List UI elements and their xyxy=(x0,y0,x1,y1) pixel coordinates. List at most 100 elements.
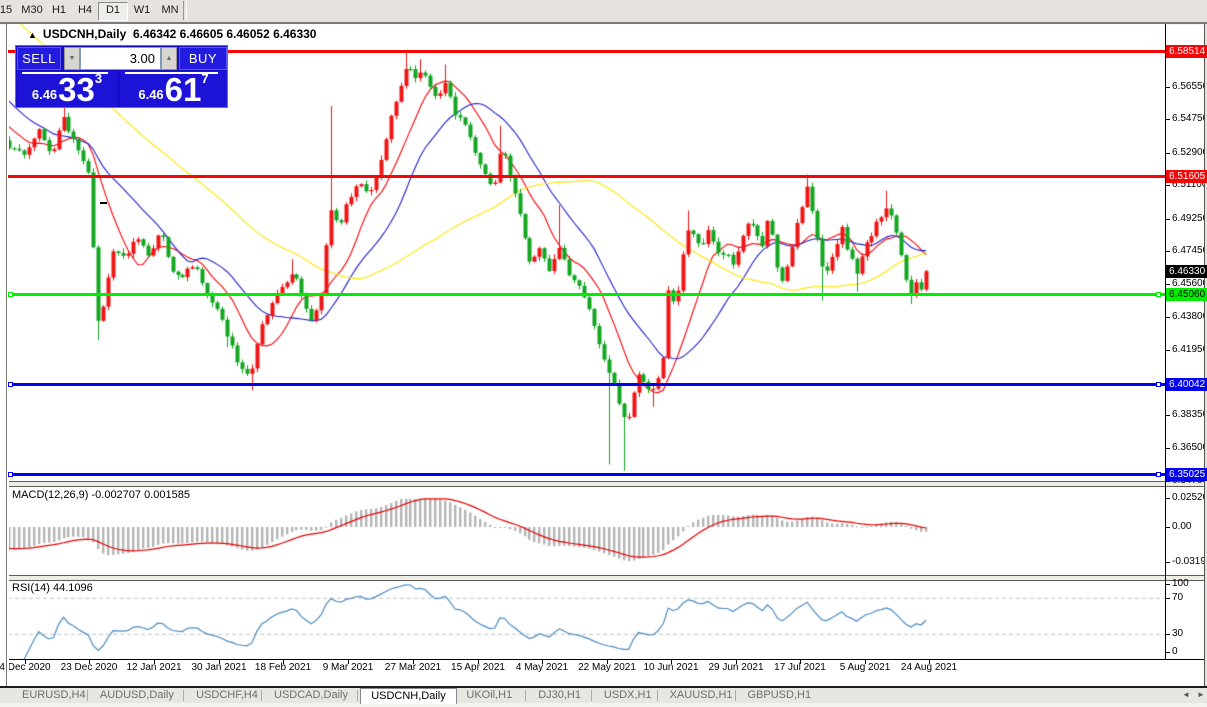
time-tick-label: 30 Jan 2021 xyxy=(191,662,246,673)
volume-decrease-button[interactable]: ▼ xyxy=(64,47,80,70)
indicator-tick-label: 0.00 xyxy=(1172,521,1207,533)
price-tick-mark xyxy=(1165,153,1170,154)
time-tick-label: 4 May 2021 xyxy=(516,662,568,673)
timeframe-button-D1[interactable]: D1 xyxy=(98,2,128,21)
indicator-tick-label: -0.031990 xyxy=(1172,556,1207,568)
ask-pips: 61 xyxy=(165,75,202,105)
line-handle[interactable] xyxy=(1156,382,1161,387)
mt4-window: 15M30H1H4D1W1MN 6.585146.516056.450606.4… xyxy=(0,0,1207,707)
macd-values: -0.002707 0.001585 xyxy=(91,489,189,501)
volume-increase-button[interactable]: ▲ xyxy=(161,47,177,70)
support-line[interactable] xyxy=(8,293,1165,296)
timeframe-button-H4[interactable]: H4 xyxy=(72,2,98,19)
timeframe-button-H1[interactable]: H1 xyxy=(46,2,72,19)
indicator-tick-mark xyxy=(1165,634,1170,635)
open-price-dash xyxy=(100,202,107,204)
chart-tab-USDX-H1[interactable]: USDX,H1 xyxy=(594,688,662,703)
tab-divider xyxy=(87,690,88,701)
chart-tab-AUDUSD-Daily[interactable]: AUDUSD,Daily xyxy=(90,688,184,703)
chart-tab-USDCHF-H4[interactable]: USDCHF,H4 xyxy=(186,688,268,703)
collapse-arrow-icon[interactable]: ▲ xyxy=(28,30,37,40)
indicator-tick-mark xyxy=(1165,652,1170,653)
line-price-label: 6.40042 xyxy=(1166,378,1207,391)
price-tick-mark xyxy=(1165,481,1170,482)
indicator-tick-label: 0 xyxy=(1172,646,1207,658)
tabs-scroll-right-icon[interactable]: ► xyxy=(1197,690,1205,699)
line-handle[interactable] xyxy=(1156,472,1161,477)
price-tick-mark xyxy=(1165,119,1170,120)
support-line[interactable] xyxy=(8,383,1165,386)
line-handle[interactable] xyxy=(8,472,13,477)
one-click-trading-panel: SELL ▼ 3.00 ▲ BUY 6.46 33 3 6.46 61 7 xyxy=(15,45,228,108)
time-tick-label: 29 Jun 2021 xyxy=(708,662,763,673)
indicator-tick-mark xyxy=(1165,598,1170,599)
resistance-line[interactable] xyxy=(8,175,1165,178)
timeframe-button-MN[interactable]: MN xyxy=(156,2,184,19)
indicator-tick-mark xyxy=(1165,562,1170,563)
price-tick-mark xyxy=(1165,317,1170,318)
buy-button[interactable]: BUY xyxy=(179,47,227,70)
time-tick-label: 27 Mar 2021 xyxy=(385,662,441,673)
chart-symbol-period: USDCNH,Daily xyxy=(43,27,126,41)
price-tick-mark xyxy=(1165,87,1170,88)
line-price-label: 6.45060 xyxy=(1166,288,1207,301)
tab-divider xyxy=(735,690,736,701)
macd-indicator-label: MACD(12,26,9) -0.002707 0.001585 xyxy=(12,489,190,501)
current-price-label: 6.46330 xyxy=(1166,265,1207,278)
chart-tab-USDCNH-Daily[interactable]: USDCNH,Daily xyxy=(360,688,457,704)
time-tick-label: 5 Aug 2021 xyxy=(840,662,891,673)
rsi-value: 44.1096 xyxy=(53,582,93,594)
time-tick-label: 15 Apr 2021 xyxy=(451,662,505,673)
time-tick-label: 17 Jul 2021 xyxy=(774,662,826,673)
price-tick-mark xyxy=(1165,415,1170,416)
rsi-canvas[interactable] xyxy=(8,580,1165,659)
tabs-scroll-left-icon[interactable]: ◄ xyxy=(1182,690,1190,699)
line-handle[interactable] xyxy=(1156,292,1161,297)
timeframe-button-M30[interactable]: M30 xyxy=(16,2,48,19)
chart-tab-GBPUSD-H1[interactable]: GBPUSD,H1 xyxy=(738,688,822,703)
pane-separator[interactable] xyxy=(8,481,1207,487)
price-tick-label: 6.38350 xyxy=(1172,409,1207,421)
time-tick-label: 24 Aug 2021 xyxy=(901,662,957,673)
bid-whole: 6.46 xyxy=(32,85,57,105)
bid-pips: 33 xyxy=(58,75,95,105)
price-tick-mark xyxy=(1165,185,1170,186)
indicator-tick-label: 30 xyxy=(1172,628,1207,640)
chart-tab-USDCAD-Daily[interactable]: USDCAD,Daily xyxy=(264,688,358,703)
tab-divider xyxy=(261,690,262,701)
chart-tab-UKOil-H1[interactable]: UKOil,H1 xyxy=(456,688,522,703)
price-tick-label: 6.52900 xyxy=(1172,147,1207,159)
time-tick-label: 12 Jan 2021 xyxy=(126,662,181,673)
support-line[interactable] xyxy=(8,473,1165,476)
volume-field[interactable]: 3.00 xyxy=(80,47,161,70)
chart-tab-EURUSD-H4[interactable]: EURUSD,H4 xyxy=(12,688,96,703)
timeframe-button-W1[interactable]: W1 xyxy=(128,2,156,19)
ask-price-display[interactable]: 6.46 61 7 xyxy=(120,71,227,107)
price-tick-label: 6.43800 xyxy=(1172,311,1207,323)
chart-title: ▲USDCNH,Daily 6.46342 6.46605 6.46052 6.… xyxy=(28,27,316,41)
price-tick-mark xyxy=(1165,350,1170,351)
line-handle[interactable] xyxy=(8,382,13,387)
time-tick-label: 10 Jun 2021 xyxy=(643,662,698,673)
time-tick-label: 23 Dec 2020 xyxy=(61,662,118,673)
chart-tab-bar: EURUSD,H4AUDUSD,DailyUSDCHF,H4USDCAD,Dai… xyxy=(0,688,1207,703)
pane-separator[interactable] xyxy=(8,575,1207,581)
line-handle[interactable] xyxy=(8,292,13,297)
bid-price-display[interactable]: 6.46 33 3 xyxy=(17,71,117,107)
chart-tab-XAUUSD-H1[interactable]: XAUUSD,H1 xyxy=(660,688,743,703)
line-price-label: 6.35025 xyxy=(1166,468,1207,481)
price-tick-label: 6.54750 xyxy=(1172,113,1207,125)
line-price-label: 6.58514 xyxy=(1166,45,1207,58)
price-tick-mark xyxy=(1165,219,1170,220)
time-tick-label: 18 Feb 2021 xyxy=(255,662,311,673)
window-frame-left xyxy=(6,24,9,686)
sell-button[interactable]: SELL xyxy=(17,47,61,70)
price-tick-mark xyxy=(1165,251,1170,252)
time-tick-label: 22 May 2021 xyxy=(578,662,636,673)
indicator-tick-label: 70 xyxy=(1172,592,1207,604)
price-tick-label: 6.36500 xyxy=(1172,442,1207,454)
tab-divider xyxy=(357,690,358,701)
tab-divider xyxy=(657,690,658,701)
chart-tab-DJ30-H1[interactable]: DJ30,H1 xyxy=(528,688,591,703)
indicator-tick-mark xyxy=(1165,527,1170,528)
